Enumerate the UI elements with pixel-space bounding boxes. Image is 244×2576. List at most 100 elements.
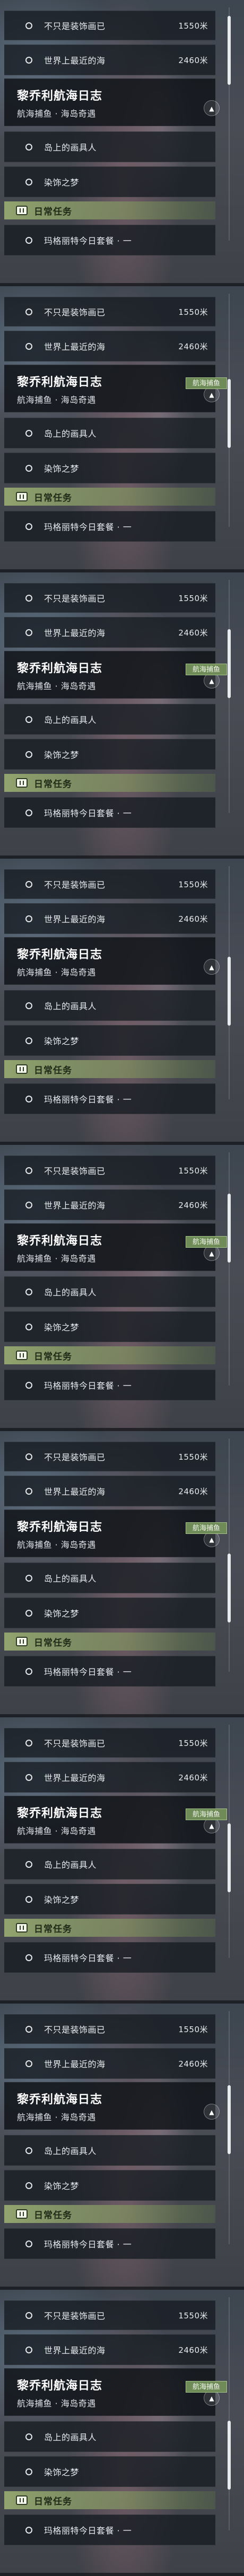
chevron-up-icon[interactable]: ▲ <box>204 2104 220 2120</box>
quest-item-row[interactable]: 染饰之梦 <box>4 2170 215 2201</box>
quest-item-row[interactable]: 染饰之梦 <box>4 1025 215 1056</box>
task-row[interactable]: 世界上最近的海 2460米 <box>4 1476 215 1506</box>
scrollbar[interactable] <box>223 2011 233 2244</box>
quest-item-row[interactable]: 岛上的画具人 <box>4 2135 215 2166</box>
scrollbar[interactable] <box>223 1725 233 1958</box>
quest-header[interactable]: 黎乔利航海日志 航海捕鱼 · 海岛奇遇 ▲ <box>4 1223 220 1271</box>
circle-icon <box>25 2147 32 2154</box>
task-row[interactable]: 不只是装饰画已 1550米 <box>4 297 215 327</box>
daily-task-header[interactable]: 日常任务 <box>4 201 215 219</box>
scrollbar-thumb[interactable] <box>228 1823 231 1892</box>
quest-item-row[interactable]: 岛上的画具人 <box>4 131 215 162</box>
scrollbar-thumb[interactable] <box>228 379 231 448</box>
task-row[interactable]: 世界上最近的海 2460米 <box>4 1762 215 1793</box>
quest-panel-strip: 不只是装饰画已 1550米 世界上最近的海 2460米 黎乔利航海日志 航海捕鱼… <box>0 1145 244 1431</box>
quest-item-row[interactable]: 染饰之梦 <box>4 1311 215 1342</box>
quest-item-row[interactable]: 染饰之梦 <box>4 739 215 770</box>
quest-item-row[interactable]: 染饰之梦 <box>4 166 215 197</box>
scrollbar-thumb[interactable] <box>228 1194 231 1263</box>
task-row[interactable]: 不只是装饰画已 1550米 <box>4 11 215 40</box>
quest-header[interactable]: 黎乔利航海日志 航海捕鱼 · 海岛奇遇 ▲ <box>4 78 220 126</box>
circle-icon <box>25 1895 32 1903</box>
task-row[interactable]: 不只是装饰画已 1550米 <box>4 2014 215 2044</box>
scrollbar[interactable] <box>223 294 233 527</box>
scrollbar-thumb[interactable] <box>228 2085 231 2154</box>
daily-task-header[interactable]: 日常任务 <box>4 774 215 792</box>
scrollbar-thumb[interactable] <box>228 2421 231 2490</box>
daily-task-header[interactable]: 日常任务 <box>4 1060 215 1078</box>
scrollbar[interactable] <box>223 866 233 1099</box>
quest-header[interactable]: 黎乔利航海日志 航海捕鱼 · 海岛奇遇 ▲ <box>4 937 220 985</box>
quest-item-label: 岛上的画具人 <box>44 1287 97 1298</box>
quest-item-row[interactable]: 岛上的画具人 <box>4 418 215 448</box>
daily-item-row[interactable]: 玛格丽特今日套餐 · 一 <box>4 1083 215 1114</box>
quest-subtitle: 航海捕鱼 · 海岛奇遇 <box>17 1826 96 1836</box>
daily-item-row[interactable]: 玛格丽特今日套餐 · 一 <box>4 1942 215 1973</box>
quest-item-row[interactable]: 岛上的画具人 <box>4 2421 215 2452</box>
quest-item-row[interactable]: 染饰之梦 <box>4 1884 215 1915</box>
daily-item-row[interactable]: 玛格丽特今日套餐 · 一 <box>4 1656 215 1687</box>
scrollbar[interactable] <box>223 1439 233 1672</box>
quest-item-row[interactable]: 岛上的画具人 <box>4 990 215 1021</box>
quest-tag-badge: 航海捕鱼 <box>186 2381 227 2393</box>
daily-item-row[interactable]: 玛格丽特今日套餐 · 一 <box>4 2515 215 2545</box>
quest-item-row[interactable]: 岛上的画具人 <box>4 1563 215 1593</box>
circle-icon <box>25 1487 32 1495</box>
quest-header[interactable]: 黎乔利航海日志 航海捕鱼 · 海岛奇遇 ▲ <box>4 1510 220 1557</box>
daily-task-header[interactable]: 日常任务 <box>4 1346 215 1364</box>
task-row[interactable]: 世界上最近的海 2460米 <box>4 45 215 75</box>
quest-header[interactable]: 黎乔利航海日志 航海捕鱼 · 海岛奇遇 ▲ <box>4 1796 220 1843</box>
task-row[interactable]: 世界上最近的海 2460米 <box>4 1189 215 1220</box>
task-label: 世界上最近的海 <box>44 2345 106 2356</box>
daily-task-header[interactable]: 日常任务 <box>4 1919 215 1937</box>
quest-header[interactable]: 黎乔利航海日志 航海捕鱼 · 海岛奇遇 ▲ <box>4 365 220 412</box>
quest-tag-badge: 航海捕鱼 <box>186 377 227 389</box>
daily-item-row[interactable]: 玛格丽特今日套餐 · 一 <box>4 797 215 828</box>
quest-tag-badge: 航海捕鱼 <box>186 1236 227 1248</box>
task-row[interactable]: 不只是装饰画已 1550米 <box>4 1442 215 1471</box>
daily-item-row[interactable]: 玛格丽特今日套餐 · 一 <box>4 1370 215 1400</box>
scrollbar-thumb[interactable] <box>228 1554 231 1622</box>
daily-item-row[interactable]: 玛格丽特今日套餐 · 一 <box>4 511 215 542</box>
quest-item-row[interactable]: 岛上的画具人 <box>4 1276 215 1307</box>
scrollbar-thumb[interactable] <box>228 629 231 698</box>
screenshot-strip-stack: 不只是装饰画已 1550米 世界上最近的海 2460米 黎乔利航海日志 航海捕鱼… <box>0 0 244 2576</box>
task-row[interactable]: 不只是装饰画已 1550米 <box>4 1728 215 1758</box>
daily-task-icon <box>16 778 28 788</box>
quest-item-row[interactable]: 染饰之梦 <box>4 453 215 483</box>
scrollbar[interactable] <box>223 2297 233 2530</box>
task-row[interactable]: 世界上最近的海 2460米 <box>4 2334 215 2365</box>
scrollbar[interactable] <box>223 7 233 241</box>
task-row[interactable]: 世界上最近的海 2460米 <box>4 331 215 361</box>
scrollbar[interactable] <box>223 580 233 813</box>
task-row[interactable]: 不只是装饰画已 1550米 <box>4 869 215 899</box>
quest-item-row[interactable]: 染饰之梦 <box>4 2456 215 2487</box>
daily-task-header[interactable]: 日常任务 <box>4 2205 215 2223</box>
circle-icon <box>25 2526 32 2534</box>
quest-item-row[interactable]: 岛上的画具人 <box>4 704 215 735</box>
task-row[interactable]: 不只是装饰画已 1550米 <box>4 1155 215 1185</box>
chevron-up-icon[interactable]: ▲ <box>204 959 220 975</box>
scrollbar-thumb[interactable] <box>228 957 231 1026</box>
quest-item-label: 染饰之梦 <box>44 464 80 474</box>
task-row[interactable]: 世界上最近的海 2460米 <box>4 617 215 648</box>
daily-task-header[interactable]: 日常任务 <box>4 488 215 506</box>
task-row[interactable]: 不只是装饰画已 1550米 <box>4 2300 215 2330</box>
circle-icon <box>25 2182 32 2189</box>
daily-task-header[interactable]: 日常任务 <box>4 2491 215 2509</box>
quest-header[interactable]: 黎乔利航海日志 航海捕鱼 · 海岛奇遇 ▲ <box>4 2082 220 2130</box>
daily-item-row[interactable]: 玛格丽特今日套餐 · 一 <box>4 225 215 255</box>
daily-task-header[interactable]: 日常任务 <box>4 1633 215 1651</box>
daily-item-row[interactable]: 玛格丽特今日套餐 · 一 <box>4 2228 215 2259</box>
quest-header[interactable]: 黎乔利航海日志 航海捕鱼 · 海岛奇遇 ▲ <box>4 2368 220 2416</box>
task-row[interactable]: 不只是装饰画已 1550米 <box>4 583 215 613</box>
scrollbar[interactable] <box>223 1152 233 1386</box>
task-label: 不只是装饰画已 <box>44 2025 106 2035</box>
quest-item-row[interactable]: 岛上的画具人 <box>4 1849 215 1880</box>
quest-header[interactable]: 黎乔利航海日志 航海捕鱼 · 海岛奇遇 ▲ <box>4 651 220 699</box>
task-row[interactable]: 世界上最近的海 2460米 <box>4 903 215 934</box>
task-row[interactable]: 世界上最近的海 2460米 <box>4 2048 215 2079</box>
quest-item-row[interactable]: 染饰之梦 <box>4 1598 215 1628</box>
scrollbar-thumb[interactable] <box>228 16 231 85</box>
chevron-up-icon[interactable]: ▲ <box>204 100 220 116</box>
